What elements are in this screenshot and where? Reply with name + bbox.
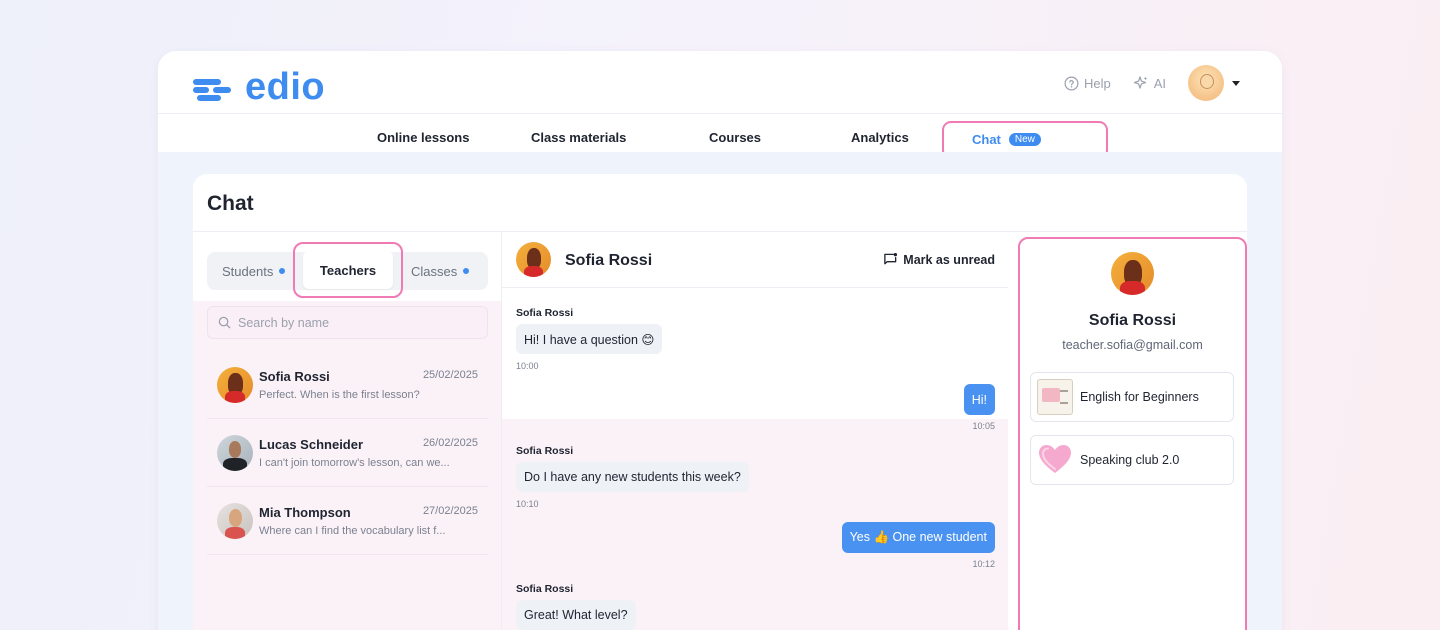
tab-teachers[interactable]: Teachers xyxy=(303,251,393,289)
nav-chat[interactable]: Chat New xyxy=(972,132,1041,147)
avatar xyxy=(217,367,253,403)
top-actions: Help AI xyxy=(1064,65,1240,101)
message-time: 10:00 xyxy=(516,361,539,371)
outgoing-message: Yes 👍 One new student xyxy=(841,522,995,553)
logo-mark-icon xyxy=(193,76,233,101)
contact-date: 27/02/2025 xyxy=(422,505,478,517)
mark-as-unread-button[interactable]: Mark as unread xyxy=(883,252,995,267)
nav-class-materials[interactable]: Class materials xyxy=(531,130,626,145)
app-window: edio Help AI Online lessons Class materi… xyxy=(158,51,1282,630)
tab-classes-label: Classes xyxy=(411,263,458,279)
user-avatar[interactable] xyxy=(1188,65,1224,101)
contact-date: 26/02/2025 xyxy=(422,437,478,449)
class-label: Speaking club 2.0 xyxy=(1080,453,1180,467)
class-label: English for Beginners xyxy=(1080,390,1199,404)
profile-name: Sofia Rossi xyxy=(1088,312,1177,329)
avatar xyxy=(516,242,551,277)
help-link[interactable]: Help xyxy=(1064,76,1111,91)
search-box[interactable] xyxy=(207,306,488,339)
chat-panel: Chat Students Classes Teachers Search by… xyxy=(193,174,1247,630)
contact-item[interactable]: Mia Thompson 27/02/2025 Where can I find… xyxy=(207,489,488,555)
top-bar: edio Help AI xyxy=(158,51,1282,114)
contact-preview: Where can I find the vocabulary list f..… xyxy=(259,525,446,537)
contact-name: Sofia Rossi xyxy=(259,369,330,384)
message-list: Sofia Rossi Hi! I have a question 😊 10:0… xyxy=(502,289,1008,630)
unread-dot xyxy=(279,268,286,274)
help-icon xyxy=(1064,76,1079,90)
contact-list: Sofia Rossi 25/02/2025 Perfect. When is … xyxy=(193,301,501,630)
contact-name: Lucas Schneider xyxy=(259,437,364,452)
contacts-column: Students Classes Teachers Search by name… xyxy=(193,232,502,630)
new-badge: New xyxy=(1008,133,1041,146)
contact-date: 25/02/2025 xyxy=(422,369,478,381)
conversation-header: Sofia Rossi Mark as unread xyxy=(502,232,1008,288)
ai-label: AI xyxy=(1153,75,1166,91)
chevron-down-icon[interactable] xyxy=(1232,80,1240,86)
heart-icon xyxy=(1037,442,1073,478)
tab-classes[interactable]: Classes xyxy=(411,252,470,290)
message-time: 10:05 xyxy=(972,421,995,431)
profile-email: teacher.sofia@gmail.com xyxy=(1062,338,1203,352)
class-card[interactable]: Speaking club 2.0 xyxy=(1030,435,1234,485)
search-input[interactable] xyxy=(238,315,468,330)
incoming-message: Great! What level? xyxy=(516,600,636,630)
class-card[interactable]: English for Beginners xyxy=(1030,372,1234,422)
avatar xyxy=(1111,252,1154,295)
contact-preview: I can't join tomorrow's lesson, can we..… xyxy=(259,457,450,469)
conversation-name: Sofia Rossi xyxy=(565,252,653,269)
logo-text: edio xyxy=(245,66,326,108)
message-sender: Sofia Rossi xyxy=(516,445,574,457)
outgoing-message: Hi! xyxy=(963,384,995,415)
contact-preview: Perfect. When is the first lesson? xyxy=(259,389,420,401)
message-sender: Sofia Rossi xyxy=(516,583,574,595)
contact-item[interactable]: Lucas Schneider 26/02/2025 I can't join … xyxy=(207,421,488,487)
message-time: 10:10 xyxy=(516,499,539,509)
nav-online-lessons[interactable]: Online lessons xyxy=(377,130,469,145)
unread-dot xyxy=(463,268,470,274)
tab-students-label: Students xyxy=(222,263,274,279)
chat-bubble-icon xyxy=(884,252,898,265)
search-icon xyxy=(218,316,231,329)
message-group xyxy=(502,289,1008,419)
contact-name: Mia Thompson xyxy=(259,505,351,520)
edio-logo[interactable]: edio xyxy=(193,68,325,106)
avatar xyxy=(217,435,253,471)
profile-panel: Sofia Rossi teacher.sofia@gmail.com Engl… xyxy=(1018,237,1247,630)
nav-analytics[interactable]: Analytics xyxy=(851,130,909,145)
main-nav: Online lessons Class materials Courses A… xyxy=(158,114,1282,159)
avatar xyxy=(217,503,253,539)
book-icon xyxy=(1037,379,1073,415)
mark-unread-label: Mark as unread xyxy=(903,252,995,267)
tab-students[interactable]: Students xyxy=(222,252,286,290)
contact-item[interactable]: Sofia Rossi 25/02/2025 Perfect. When is … xyxy=(207,353,488,419)
page-title: Chat xyxy=(207,192,254,215)
incoming-message: Do I have any new students this week? xyxy=(516,462,749,492)
conversation-column: Sofia Rossi Mark as unread Sofia Rossi H… xyxy=(502,232,1008,630)
ai-link[interactable]: AI xyxy=(1133,75,1166,91)
sparkle-icon xyxy=(1133,76,1148,89)
nav-chat-label: Chat xyxy=(972,132,1001,147)
help-label: Help xyxy=(1083,75,1111,91)
tab-teachers-highlight: Teachers xyxy=(293,242,403,298)
message-time: 10:12 xyxy=(972,559,995,569)
message-sender: Sofia Rossi xyxy=(516,307,574,319)
nav-courses[interactable]: Courses xyxy=(709,130,761,145)
incoming-message: Hi! I have a question 😊 xyxy=(516,324,663,354)
